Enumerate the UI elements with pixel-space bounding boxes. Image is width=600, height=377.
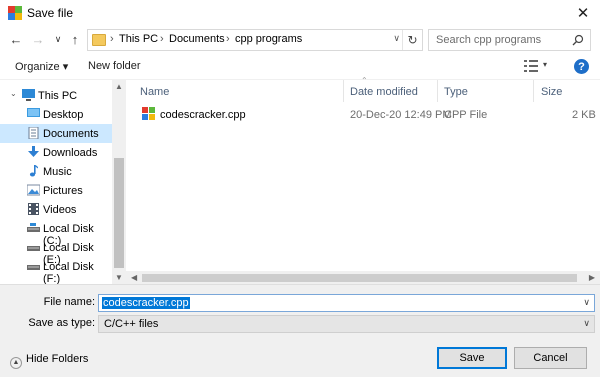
command-bar: Organize ▾ New folder ▾ ? xyxy=(0,55,600,79)
file-type: CPP File xyxy=(444,109,488,121)
horizontal-scrollbar[interactable]: ◀ ▶ xyxy=(126,271,600,285)
help-icon[interactable]: ? xyxy=(574,59,589,74)
recent-locations-button[interactable]: ∨ xyxy=(50,30,66,48)
column-header-name[interactable]: Name xyxy=(126,80,344,102)
cpp-file-icon xyxy=(142,107,155,120)
breadcrumb-separator: › xyxy=(160,33,164,45)
save-as-type-select[interactable]: C/C++ files ∨ xyxy=(98,315,595,333)
column-header-type[interactable]: Type xyxy=(438,80,534,102)
sidebar-item-label: Videos xyxy=(43,204,77,216)
navigation-bar: ← → ∨ ↑ › This PC › Documents › cpp prog… xyxy=(0,26,600,54)
collapse-arrow-icon[interactable]: ⌄ xyxy=(10,89,17,98)
close-button[interactable]: ✕ xyxy=(566,0,600,26)
sidebar-item-label: Desktop xyxy=(43,109,84,121)
sidebar-item-music[interactable]: Music xyxy=(0,162,112,181)
file-list: ⌃ Name Date modified Type Size codescrac… xyxy=(126,76,600,285)
pictures-icon xyxy=(27,184,40,196)
sidebar-item-local-disk-f[interactable]: Local Disk (F:) xyxy=(0,257,112,285)
file-name: codescracker.cpp xyxy=(160,109,246,121)
scroll-down-icon[interactable]: ▼ xyxy=(115,273,123,282)
folder-icon xyxy=(92,34,106,46)
close-icon: ✕ xyxy=(576,5,590,22)
view-dropdown-icon[interactable]: ▾ xyxy=(543,60,547,69)
file-date-modified: 20-Dec-20 12:49 PM xyxy=(350,109,452,121)
chevron-down-icon: ∨ xyxy=(583,318,590,328)
file-name-label: File name: xyxy=(43,296,95,308)
breadcrumb-documents[interactable]: Documents xyxy=(169,33,225,45)
save-as-type-label: Save as type: xyxy=(28,317,95,329)
sidebar-item-documents[interactable]: Documents xyxy=(0,124,112,143)
search-icon xyxy=(572,34,584,46)
save-as-type-value: C/C++ files xyxy=(104,318,159,330)
address-bar[interactable]: › This PC › Documents › cpp programs ∨ ↻ xyxy=(87,29,423,51)
app-icon xyxy=(8,6,22,20)
sidebar-item-desktop[interactable]: Desktop xyxy=(0,105,112,124)
back-arrow-icon: ← xyxy=(9,31,23,47)
chevron-down-icon[interactable]: ∨ xyxy=(583,297,590,308)
navigation-scrollbar[interactable]: ▲ ▼ xyxy=(112,80,126,285)
sidebar-item-this-pc[interactable]: ⌄ This PC xyxy=(0,86,112,105)
address-dropdown-icon[interactable]: ∨ xyxy=(393,33,400,44)
sidebar-item-label: This PC xyxy=(38,90,78,102)
refresh-icon: ↻ xyxy=(407,33,418,47)
disk-icon xyxy=(27,246,40,251)
view-options-icon[interactable] xyxy=(524,60,538,72)
videos-icon xyxy=(28,203,39,215)
scrollbar-thumb[interactable] xyxy=(114,158,124,268)
file-size: 2 KB xyxy=(572,109,596,121)
disk-icon xyxy=(27,223,40,232)
breadcrumb-this-pc[interactable]: This PC xyxy=(119,33,158,45)
organize-button[interactable]: Organize ▾ xyxy=(15,60,68,73)
back-button[interactable]: ← xyxy=(8,30,24,48)
file-name-value: codescracker.cpp xyxy=(102,297,190,309)
music-icon xyxy=(29,165,38,177)
scroll-up-icon[interactable]: ▲ xyxy=(115,82,123,91)
new-folder-button[interactable]: New folder xyxy=(88,60,141,72)
hide-folders-button[interactable]: ▲ Hide Folders xyxy=(10,353,88,369)
sidebar-item-label: Downloads xyxy=(43,147,98,159)
column-header-size[interactable]: Size xyxy=(534,80,600,102)
forward-button[interactable]: → xyxy=(30,30,46,48)
breadcrumb-separator: › xyxy=(110,33,114,45)
pc-icon xyxy=(22,89,35,101)
cancel-button[interactable]: Cancel xyxy=(514,347,587,369)
sidebar-item-local-disk-c[interactable]: Local Disk (C:) xyxy=(0,219,112,247)
save-form: File name: codescracker.cpp ∨ Save as ty… xyxy=(0,284,600,377)
desktop-icon xyxy=(27,108,40,117)
column-header-date-modified[interactable]: Date modified xyxy=(344,80,438,102)
scroll-left-icon[interactable]: ◀ xyxy=(131,273,137,282)
chevron-up-icon: ▲ xyxy=(10,357,22,369)
search-placeholder: Search cpp programs xyxy=(436,34,542,46)
window-title: Save file xyxy=(27,6,74,20)
sidebar-item-videos[interactable]: Videos xyxy=(0,200,112,219)
refresh-button[interactable]: ↻ xyxy=(402,30,422,50)
browser-area: ⌄ This PC Desktop Documents Downloads Mu… xyxy=(0,76,600,285)
forward-arrow-icon: → xyxy=(31,31,45,47)
sidebar-item-label: Music xyxy=(43,166,72,178)
documents-icon xyxy=(28,127,39,139)
title-bar: Save file ✕ xyxy=(0,0,600,26)
disk-icon xyxy=(27,265,40,270)
sidebar-item-downloads[interactable]: Downloads xyxy=(0,143,112,162)
up-arrow-icon: ↑ xyxy=(71,31,79,47)
sidebar-item-local-disk-e[interactable]: Local Disk (E:) xyxy=(0,238,112,266)
search-input[interactable]: Search cpp programs xyxy=(428,29,591,51)
up-button[interactable]: ↑ xyxy=(67,30,83,48)
sidebar-item-label: Documents xyxy=(43,128,99,140)
file-name-field[interactable]: codescracker.cpp ∨ xyxy=(98,294,595,312)
scrollbar-thumb[interactable] xyxy=(142,274,577,282)
downloads-icon xyxy=(28,146,39,157)
file-row[interactable]: codescracker.cpp 20-Dec-20 12:49 PM CPP … xyxy=(126,104,600,124)
navigation-pane: ⌄ This PC Desktop Documents Downloads Mu… xyxy=(0,80,126,285)
sidebar-item-label: Local Disk (F:) xyxy=(43,261,94,285)
hide-folders-label: Hide Folders xyxy=(26,353,89,365)
scroll-right-icon[interactable]: ▶ xyxy=(589,273,595,282)
sidebar-item-label: Pictures xyxy=(43,185,83,197)
sidebar-item-pictures[interactable]: Pictures xyxy=(0,181,112,200)
breadcrumb-cpp-programs[interactable]: cpp programs xyxy=(235,33,302,45)
save-button[interactable]: Save xyxy=(437,347,507,369)
breadcrumb-separator: › xyxy=(226,33,230,45)
chevron-down-icon: ∨ xyxy=(54,33,62,44)
